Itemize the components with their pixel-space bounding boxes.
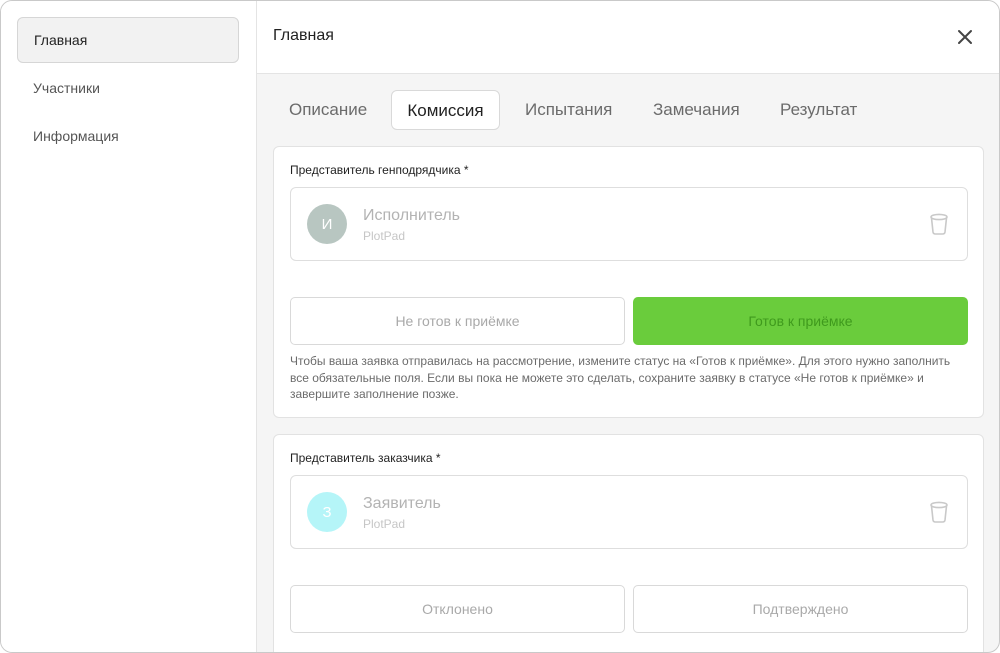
avatar: З: [307, 492, 347, 532]
not-ready-button[interactable]: Не готов к приёмке: [290, 297, 625, 345]
confirmed-button[interactable]: Подтверждено: [633, 585, 968, 633]
dialog-window: Главная Участники Информация Главная Опи…: [0, 0, 1000, 653]
sidebar-item-label: Информация: [33, 128, 119, 144]
customer-label: Представитель заказчика *: [290, 451, 441, 465]
contractor-card: Представитель генподрядчика * И Исполнит…: [273, 146, 984, 418]
tab-tests[interactable]: Испытания: [525, 90, 612, 130]
sidebar-item-main[interactable]: Главная: [17, 17, 239, 63]
trash-icon[interactable]: [929, 500, 949, 524]
avatar: И: [307, 204, 347, 244]
ready-button[interactable]: Готов к приёмке: [633, 297, 968, 345]
contractor-label: Представитель генподрядчика *: [290, 163, 469, 177]
customer-card: Представитель заказчика * З Заявитель Pl…: [273, 434, 984, 652]
customer-person: З Заявитель PlotPad: [290, 475, 968, 549]
rejected-button[interactable]: Отклонено: [290, 585, 625, 633]
sidebar-item-label: Участники: [33, 80, 100, 96]
sidebar: Главная Участники Информация: [1, 1, 257, 652]
dialog-header: Главная: [257, 1, 999, 74]
sidebar-item-label: Главная: [34, 32, 88, 48]
person-org: PlotPad: [363, 229, 406, 243]
person-name: Исполнитель: [363, 207, 461, 224]
sidebar-item-information[interactable]: Информация: [17, 113, 239, 159]
contractor-person: И Исполнитель PlotPad: [290, 187, 968, 261]
close-icon[interactable]: [953, 25, 977, 49]
page-title: Главная: [273, 27, 334, 44]
person-org: PlotPad: [363, 517, 406, 531]
tab-description[interactable]: Описание: [289, 90, 367, 130]
tab-result[interactable]: Результат: [780, 90, 857, 130]
person-name: Заявитель: [363, 495, 441, 512]
tab-commission[interactable]: Комиссия: [391, 90, 500, 130]
sidebar-item-participants[interactable]: Участники: [17, 65, 239, 111]
tab-remarks[interactable]: Замечания: [653, 90, 740, 130]
status-hint: Чтобы ваша заявка отправилась на рассмот…: [290, 354, 951, 401]
trash-icon[interactable]: [929, 212, 949, 236]
